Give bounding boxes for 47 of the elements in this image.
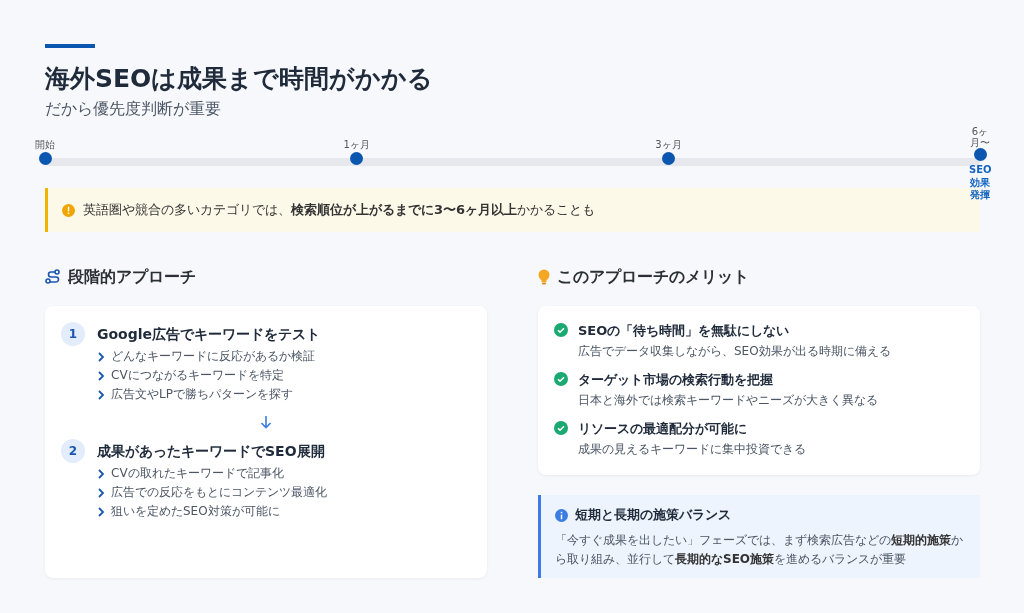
- down-arrow-icon: [260, 415, 272, 429]
- timeline-note: SEO効果発揮: [969, 164, 991, 202]
- step-title: 成果があったキーワードでSEO展開: [97, 442, 326, 461]
- step-title: Google広告でキーワードをテスト: [97, 325, 321, 344]
- step-point: 広告文やLPで勝ちパターンを探す: [111, 386, 293, 403]
- chevron-icon: [97, 351, 105, 362]
- timeline-label: 3ヶ月: [655, 138, 682, 152]
- merit-text: 広告でデータ収集しながら、SEO効果が出る時期に備える: [578, 343, 891, 360]
- section-heading: このアプローチのメリット: [557, 266, 749, 288]
- chevron-icon: [97, 370, 105, 381]
- timeline-dot: [38, 152, 52, 165]
- step-point: どんなキーワードに反応があるか検証: [111, 348, 315, 365]
- step-point: CVの取れたキーワードで記事化: [111, 465, 284, 482]
- section-heading: 段階的アプローチ: [68, 266, 196, 288]
- step-number: 1: [61, 322, 85, 346]
- timeline-dot: [661, 152, 675, 165]
- chevron-icon: [97, 389, 105, 400]
- note-title: 短期と長期の施策バランス: [575, 506, 731, 524]
- step-point: 狙いを定めたSEO対策が可能に: [111, 503, 280, 520]
- note-text: 「今すぐ成果を出したい」フェーズでは、まず検索広告などの短期的施策から取り組み、並行して長期的なSEO施策を進めるバランスが重要: [555, 532, 964, 568]
- step-number: 2: [61, 439, 85, 463]
- merit-title: SEOの「待ち時間」を無駄にしない: [578, 322, 791, 340]
- check-circle-icon: [554, 421, 568, 435]
- timeline-dot: [350, 152, 364, 165]
- warning-text: 英語圏や競合の多いカテゴリでは、検索順位が上がるまでに3〜6ヶ月以上かかることも: [83, 201, 596, 219]
- step-point: 広告での反応をもとにコンテンツ最適化: [111, 484, 327, 501]
- chevron-icon: [97, 506, 105, 517]
- accent-bar: [45, 44, 95, 48]
- check-circle-icon: [554, 323, 568, 337]
- timeline-label: 6ヶ月〜: [969, 126, 991, 148]
- warning-icon: [62, 203, 75, 217]
- route-icon: [45, 269, 61, 285]
- merit-title: ターゲット市場の検索行動を把握: [578, 371, 774, 389]
- chevron-icon: [97, 468, 105, 479]
- timeline-label: 開始: [35, 138, 55, 152]
- page-subtitle: だから優先度判断が重要: [45, 99, 222, 120]
- page-title: 海外SEOは成果まで時間がかかる: [45, 63, 435, 95]
- merit-text: 成果の見えるキーワードに集中投資できる: [578, 441, 806, 458]
- lightbulb-icon: [538, 269, 550, 285]
- chevron-icon: [97, 487, 105, 498]
- timeline-label: 1ヶ月: [343, 138, 370, 152]
- check-circle-icon: [554, 372, 568, 386]
- merit-title: リソースの最適配分が可能に: [578, 420, 748, 438]
- info-icon: [555, 508, 568, 522]
- step-point: CVにつながるキーワードを特定: [111, 367, 284, 384]
- timeline-dot: [973, 148, 987, 161]
- merit-text: 日本と海外では検索キーワードやニーズが大きく異なる: [578, 392, 878, 409]
